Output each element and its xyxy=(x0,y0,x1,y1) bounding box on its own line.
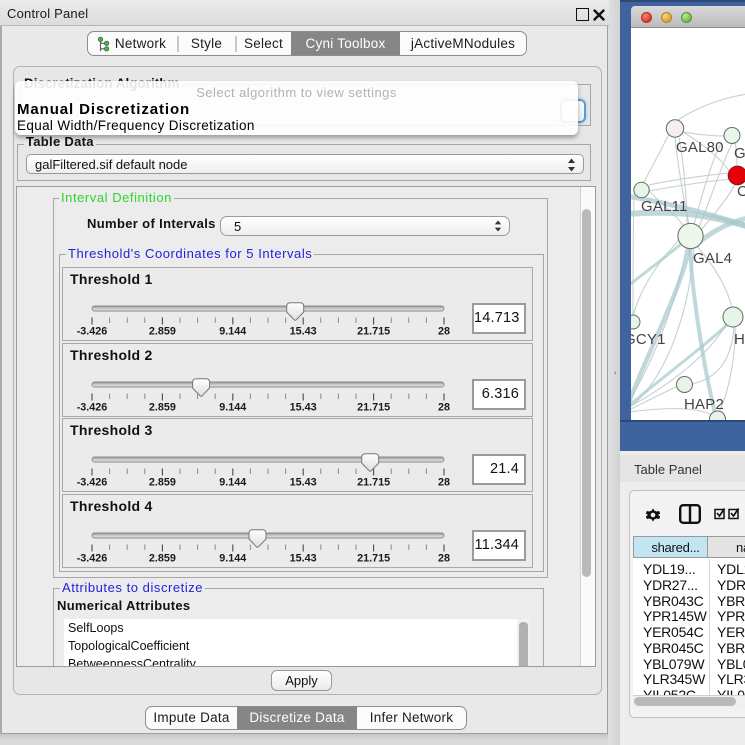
svg-text:28: 28 xyxy=(438,402,450,414)
svg-text:2.859: 2.859 xyxy=(149,326,176,338)
svg-text:-3.426: -3.426 xyxy=(77,553,108,565)
svg-text:21.715: 21.715 xyxy=(357,477,390,489)
svg-text:9.144: 9.144 xyxy=(219,553,246,565)
svg-text:15.43: 15.43 xyxy=(290,326,317,338)
svg-text:9.144: 9.144 xyxy=(219,477,246,489)
svg-text:9.144: 9.144 xyxy=(219,326,246,338)
svg-text:21.715: 21.715 xyxy=(357,402,390,414)
svg-text:-3.426: -3.426 xyxy=(77,326,108,338)
svg-text:GAL7: GAL7 xyxy=(734,145,745,162)
svg-text:15.43: 15.43 xyxy=(290,402,317,414)
svg-text:28: 28 xyxy=(438,553,450,565)
svg-text:2.859: 2.859 xyxy=(149,402,176,414)
svg-text:2.859: 2.859 xyxy=(149,553,176,565)
svg-text:GAL80: GAL80 xyxy=(676,139,724,156)
svg-text:HAP2: HAP2 xyxy=(684,396,724,413)
svg-text:-3.426: -3.426 xyxy=(77,477,108,489)
svg-text:CYC8: CYC8 xyxy=(737,183,745,200)
svg-text:GAL11: GAL11 xyxy=(641,198,688,215)
svg-text:15.43: 15.43 xyxy=(290,477,317,489)
svg-text:2.859: 2.859 xyxy=(149,477,176,489)
svg-text:28: 28 xyxy=(438,326,450,338)
svg-text:-3.426: -3.426 xyxy=(77,402,108,414)
svg-text:HIS4: HIS4 xyxy=(734,331,745,348)
svg-text:9.144: 9.144 xyxy=(219,402,246,414)
svg-text:21.715: 21.715 xyxy=(357,326,390,338)
svg-text:GCY1: GCY1 xyxy=(631,331,666,348)
svg-text:15.43: 15.43 xyxy=(290,553,317,565)
svg-text:21.715: 21.715 xyxy=(357,553,390,565)
svg-text:GAL4: GAL4 xyxy=(693,250,732,267)
svg-text:28: 28 xyxy=(438,477,450,489)
